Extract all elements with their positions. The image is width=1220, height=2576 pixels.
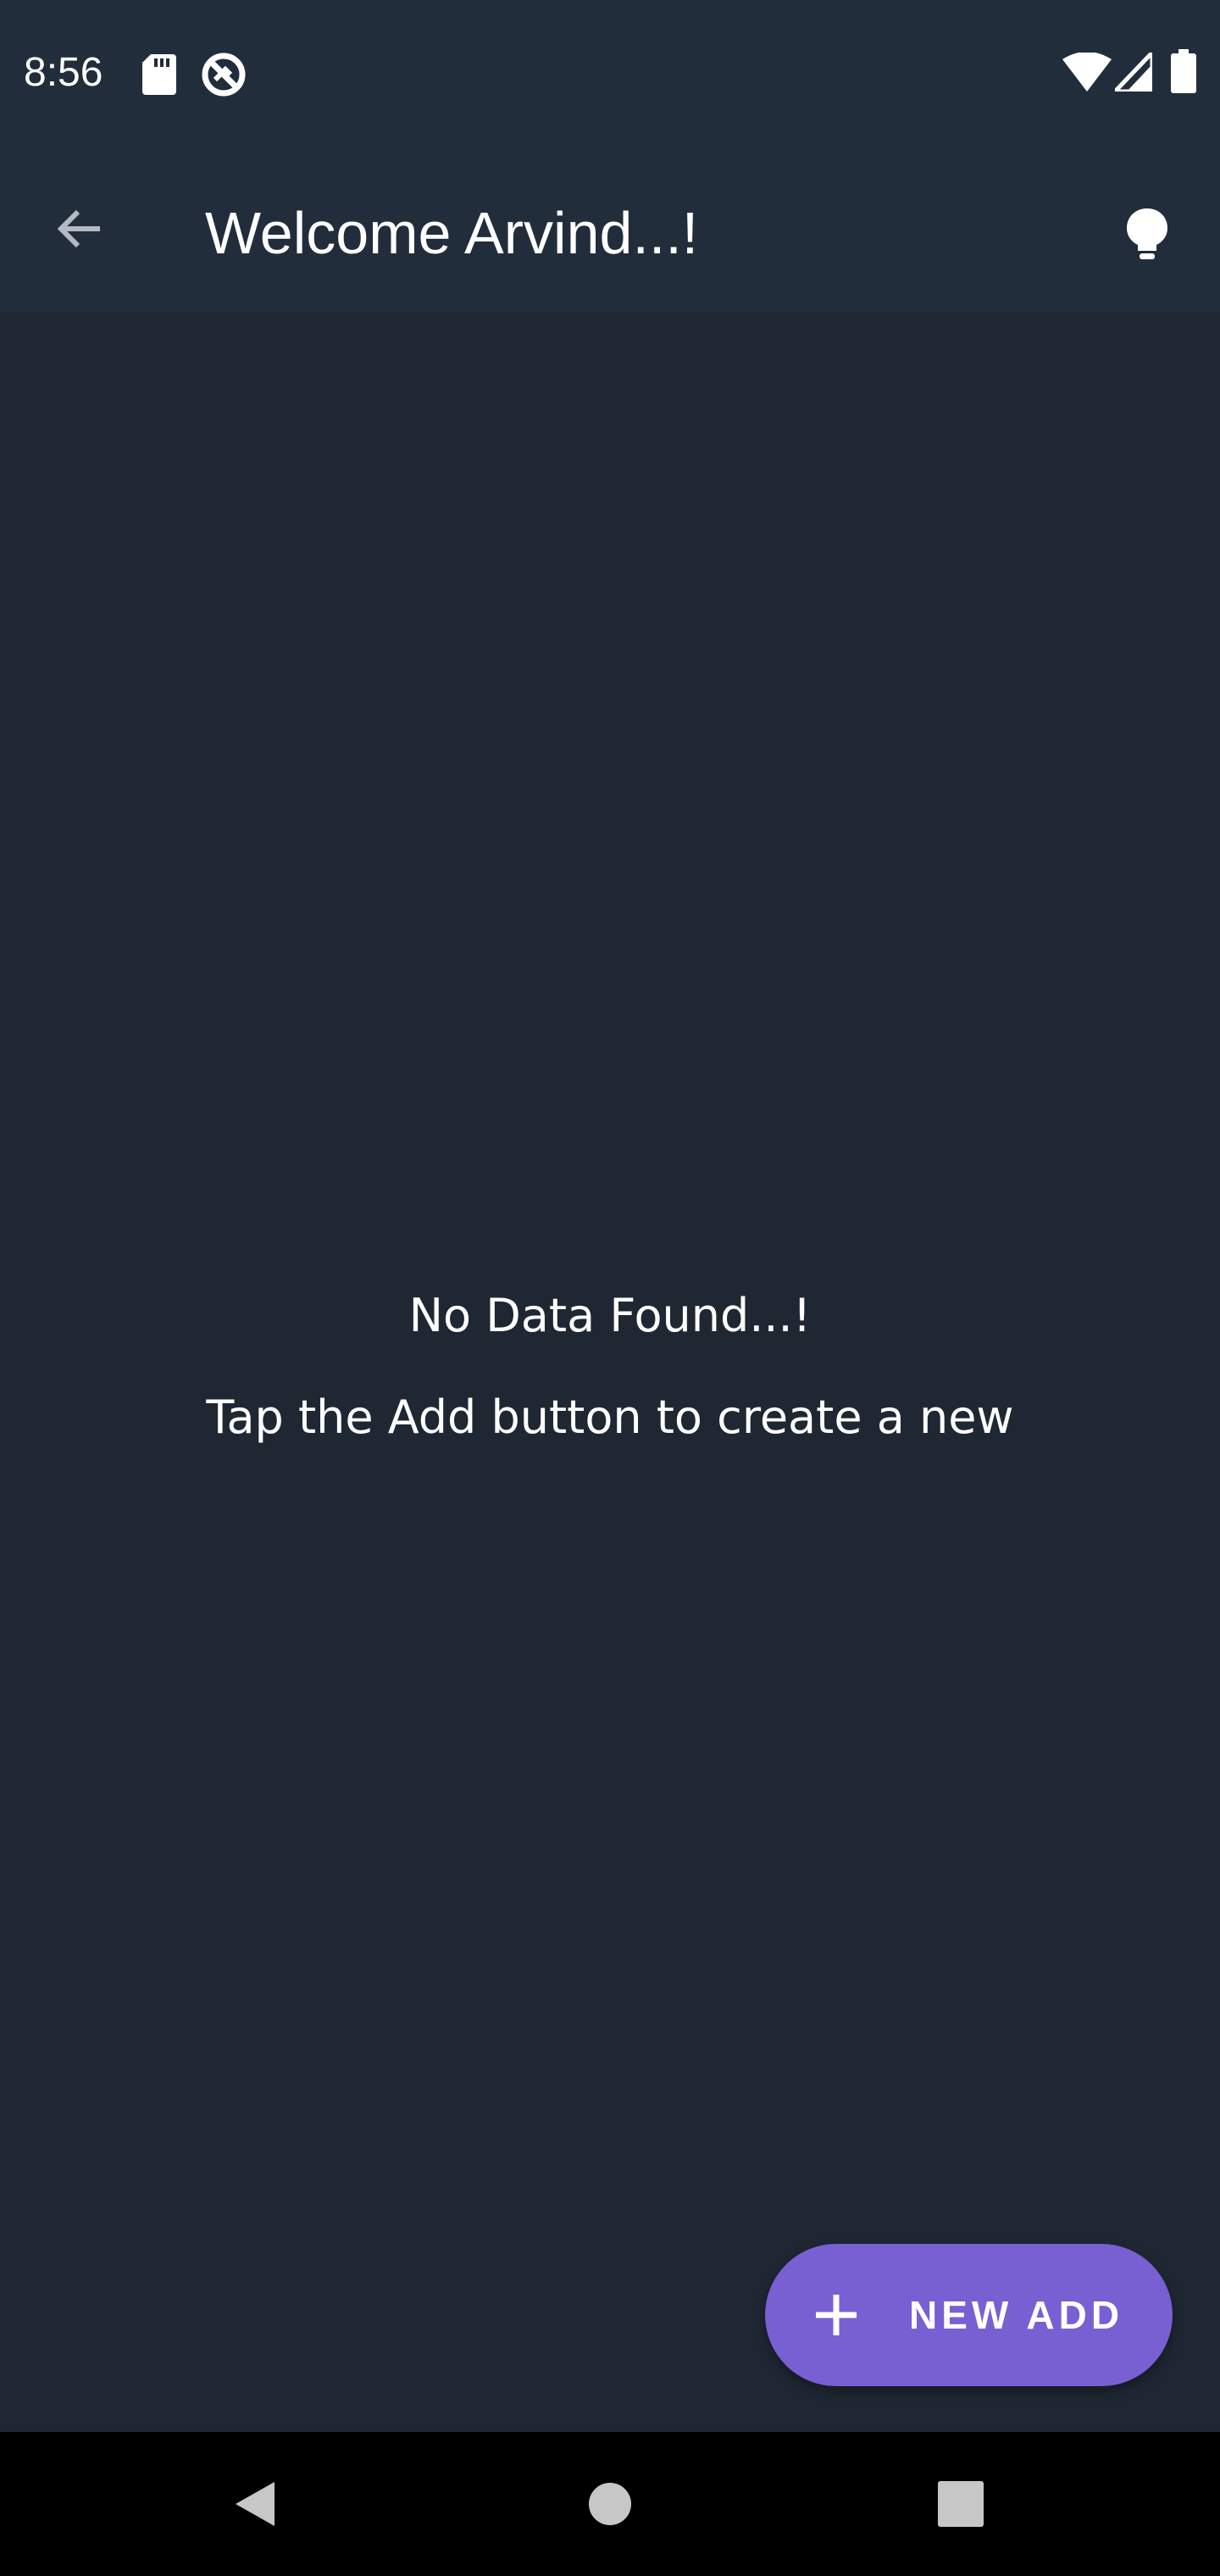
back-button[interactable] (39, 188, 120, 269)
recents-square-icon (938, 2481, 984, 2527)
app-screen: 8:56 Welcome Arvind...! No Data Found...… (0, 0, 1220, 2576)
back-triangle-icon (236, 2482, 274, 2526)
empty-state-title: No Data Found...! (408, 1289, 812, 1342)
battery-icon (1171, 49, 1196, 93)
page-title: Welcome Arvind...! (205, 200, 699, 266)
lightbulb-icon (1127, 208, 1167, 259)
cell-signal-icon (1115, 53, 1152, 92)
nav-home-button[interactable] (559, 2453, 661, 2555)
wifi-icon (1062, 53, 1112, 92)
system-nav-bar (0, 2432, 1220, 2576)
sd-card-icon (142, 54, 176, 95)
new-add-button[interactable]: NEW ADD (765, 2244, 1173, 2386)
status-time: 8:56 (24, 50, 103, 95)
theme-toggle-button[interactable] (1106, 193, 1188, 275)
nav-recents-button[interactable] (910, 2453, 1012, 2555)
empty-state-subtitle: Tap the Add button to create a new (206, 1391, 1014, 1444)
new-add-label: NEW ADD (909, 2293, 1124, 2337)
content-area: No Data Found...! Tap the Add button to … (0, 312, 1220, 2432)
app-bar: Welcome Arvind...! (0, 144, 1220, 312)
plus-icon (816, 2295, 857, 2335)
home-circle-icon (589, 2483, 631, 2525)
nav-back-button[interactable] (203, 2453, 305, 2555)
status-bar: 8:56 (0, 0, 1220, 144)
data-saver-icon (202, 53, 246, 97)
arrow-back-icon (57, 209, 100, 248)
